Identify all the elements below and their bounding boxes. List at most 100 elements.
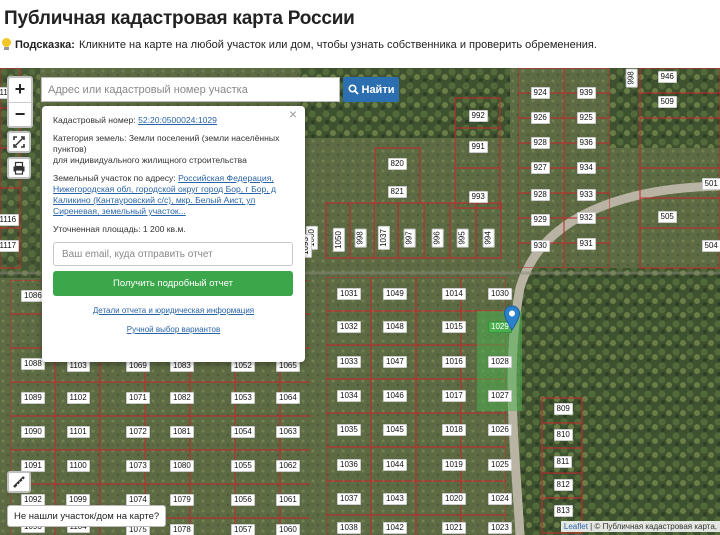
plot-label[interactable]: 1021 — [442, 522, 466, 534]
plot-label[interactable]: 1082 — [170, 392, 194, 404]
fullscreen-button[interactable] — [7, 131, 31, 153]
plot-label[interactable]: 1088 — [21, 358, 45, 370]
plot-label[interactable]: 1080 — [170, 460, 194, 472]
plot-label[interactable]: 1036 — [337, 459, 361, 471]
plot-label[interactable]: 1050 — [332, 228, 345, 252]
plot-label[interactable]: 1053 — [231, 392, 255, 404]
manual-select-link[interactable]: Ручной выбор вариантов — [127, 325, 220, 334]
plot-label[interactable]: 1042 — [383, 522, 407, 534]
plot-label[interactable]: 933 — [576, 189, 596, 201]
plot-label[interactable]: 1025 — [488, 459, 512, 471]
plot-label[interactable]: 994 — [482, 228, 495, 248]
plot-label[interactable]: 998 — [354, 228, 367, 248]
search-button[interactable]: Найти — [343, 77, 399, 102]
plot-label[interactable]: 1046 — [383, 390, 407, 402]
plot-label[interactable]: 1014 — [442, 288, 466, 300]
plot-label[interactable]: 1064 — [276, 392, 300, 404]
plot-label[interactable]: 1020 — [442, 493, 466, 505]
plot-label[interactable]: 1057 — [231, 524, 255, 535]
search-input[interactable] — [41, 77, 340, 102]
plot-label[interactable]: 1073 — [126, 460, 150, 472]
plot-label[interactable]: 1026 — [488, 424, 512, 436]
plot-label[interactable]: 992 — [468, 110, 488, 122]
plot-label[interactable]: 946 — [657, 71, 677, 83]
plot-label[interactable]: 809 — [553, 403, 573, 415]
plot-label[interactable]: 1031 — [337, 288, 361, 300]
plot-label[interactable]: 811 — [553, 456, 573, 468]
plot-label[interactable]: 991 — [468, 141, 488, 153]
plot-label[interactable]: 924 — [530, 87, 550, 99]
plot-label[interactable]: 1023 — [488, 522, 512, 534]
plot-label[interactable]: 1034 — [337, 390, 361, 402]
plot-label[interactable]: 1027 — [488, 390, 512, 402]
plot-label[interactable]: 821 — [387, 186, 407, 198]
plot-label[interactable]: 1043 — [383, 493, 407, 505]
plot-label[interactable]: 993 — [468, 191, 488, 203]
plot-label[interactable]: 1030 — [488, 288, 512, 300]
plot-label[interactable]: 1116 — [0, 214, 20, 226]
close-icon[interactable]: × — [289, 107, 297, 121]
plot-label[interactable]: 812 — [553, 479, 573, 491]
plot-label[interactable]: 936 — [576, 137, 596, 149]
plot-label[interactable]: 1015 — [442, 321, 466, 333]
plot-label[interactable]: 1035 — [337, 424, 361, 436]
zoom-out-button[interactable]: − — [9, 102, 31, 126]
plot-label[interactable]: 926 — [530, 112, 550, 124]
leaflet-link[interactable]: Leaflet — [564, 522, 588, 531]
plot-label[interactable]: 1102 — [66, 392, 90, 404]
ruler-button[interactable] — [7, 471, 31, 493]
plot-label[interactable]: 1032 — [337, 321, 361, 333]
plot-label[interactable]: 1017 — [442, 390, 466, 402]
plot-label[interactable]: 932 — [576, 212, 596, 224]
plot-label[interactable]: 1047 — [383, 356, 407, 368]
plot-label[interactable]: 928 — [530, 189, 550, 201]
plot-label[interactable]: 996 — [431, 228, 444, 248]
print-button[interactable] — [7, 157, 31, 179]
plot-label[interactable]: 928 — [530, 137, 550, 149]
plot-label[interactable]: 1016 — [442, 356, 466, 368]
plot-label[interactable]: 939 — [576, 87, 596, 99]
plot-label[interactable]: 1018 — [442, 424, 466, 436]
plot-label[interactable]: 1055 — [231, 460, 255, 472]
plot-label[interactable]: 1061 — [276, 494, 300, 506]
plot-label[interactable]: 1060 — [276, 524, 300, 535]
plot-label[interactable]: 1048 — [383, 321, 407, 333]
plot-label[interactable]: 505 — [657, 211, 677, 223]
cadastral-map[interactable]: 1031 1049 1014 1030 1032 1048 1015 1029 1033 1047… — [0, 68, 720, 535]
plot-label[interactable]: 927 — [530, 162, 550, 174]
plot-label[interactable]: 1044 — [383, 459, 407, 471]
plot-label[interactable]: 1056 — [231, 494, 255, 506]
plot-label[interactable]: 1054 — [231, 426, 255, 438]
plot-label[interactable]: 1089 — [21, 392, 45, 404]
plot-label[interactable]: 1049 — [383, 288, 407, 300]
zoom-in-button[interactable]: + — [9, 78, 31, 102]
report-details-link[interactable]: Детали отчета и юридическая информация — [93, 306, 254, 315]
map-pin-icon[interactable] — [503, 305, 521, 331]
plot-label[interactable]: 810 — [553, 429, 573, 441]
email-input[interactable] — [53, 242, 293, 266]
plot-label[interactable]: 813 — [553, 505, 573, 517]
plot-label[interactable]: 1063 — [276, 426, 300, 438]
plot-label[interactable]: 925 — [576, 112, 596, 124]
plot-label[interactable]: 1062 — [276, 460, 300, 472]
plot-label[interactable]: 509 — [657, 96, 677, 108]
plot-label[interactable]: 1028 — [488, 356, 512, 368]
plot-label[interactable]: 934 — [576, 162, 596, 174]
plot-label[interactable]: 1024 — [488, 493, 512, 505]
plot-label[interactable]: 929 — [530, 214, 550, 226]
plot-label[interactable]: 1038 — [337, 522, 361, 534]
plot-label[interactable]: 1045 — [383, 424, 407, 436]
plot-label[interactable]: 1117 — [0, 240, 20, 252]
plot-label[interactable]: 1101 — [66, 426, 90, 438]
plot-label[interactable]: 1079 — [170, 494, 194, 506]
plot-label[interactable]: 820 — [387, 158, 407, 170]
plot-label[interactable]: 1037 — [377, 226, 390, 250]
plot-label[interactable]: 1071 — [126, 392, 150, 404]
plot-label[interactable]: 1033 — [337, 356, 361, 368]
cadastral-number-link[interactable]: 52:20:0500024:1029 — [138, 115, 217, 125]
plot-label[interactable]: 1078 — [170, 524, 194, 535]
plot-label[interactable]: 1037 — [337, 493, 361, 505]
plot-label[interactable]: 995 — [456, 228, 469, 248]
plot-label[interactable]: 1081 — [170, 426, 194, 438]
plot-label[interactable]: 930 — [530, 240, 550, 252]
